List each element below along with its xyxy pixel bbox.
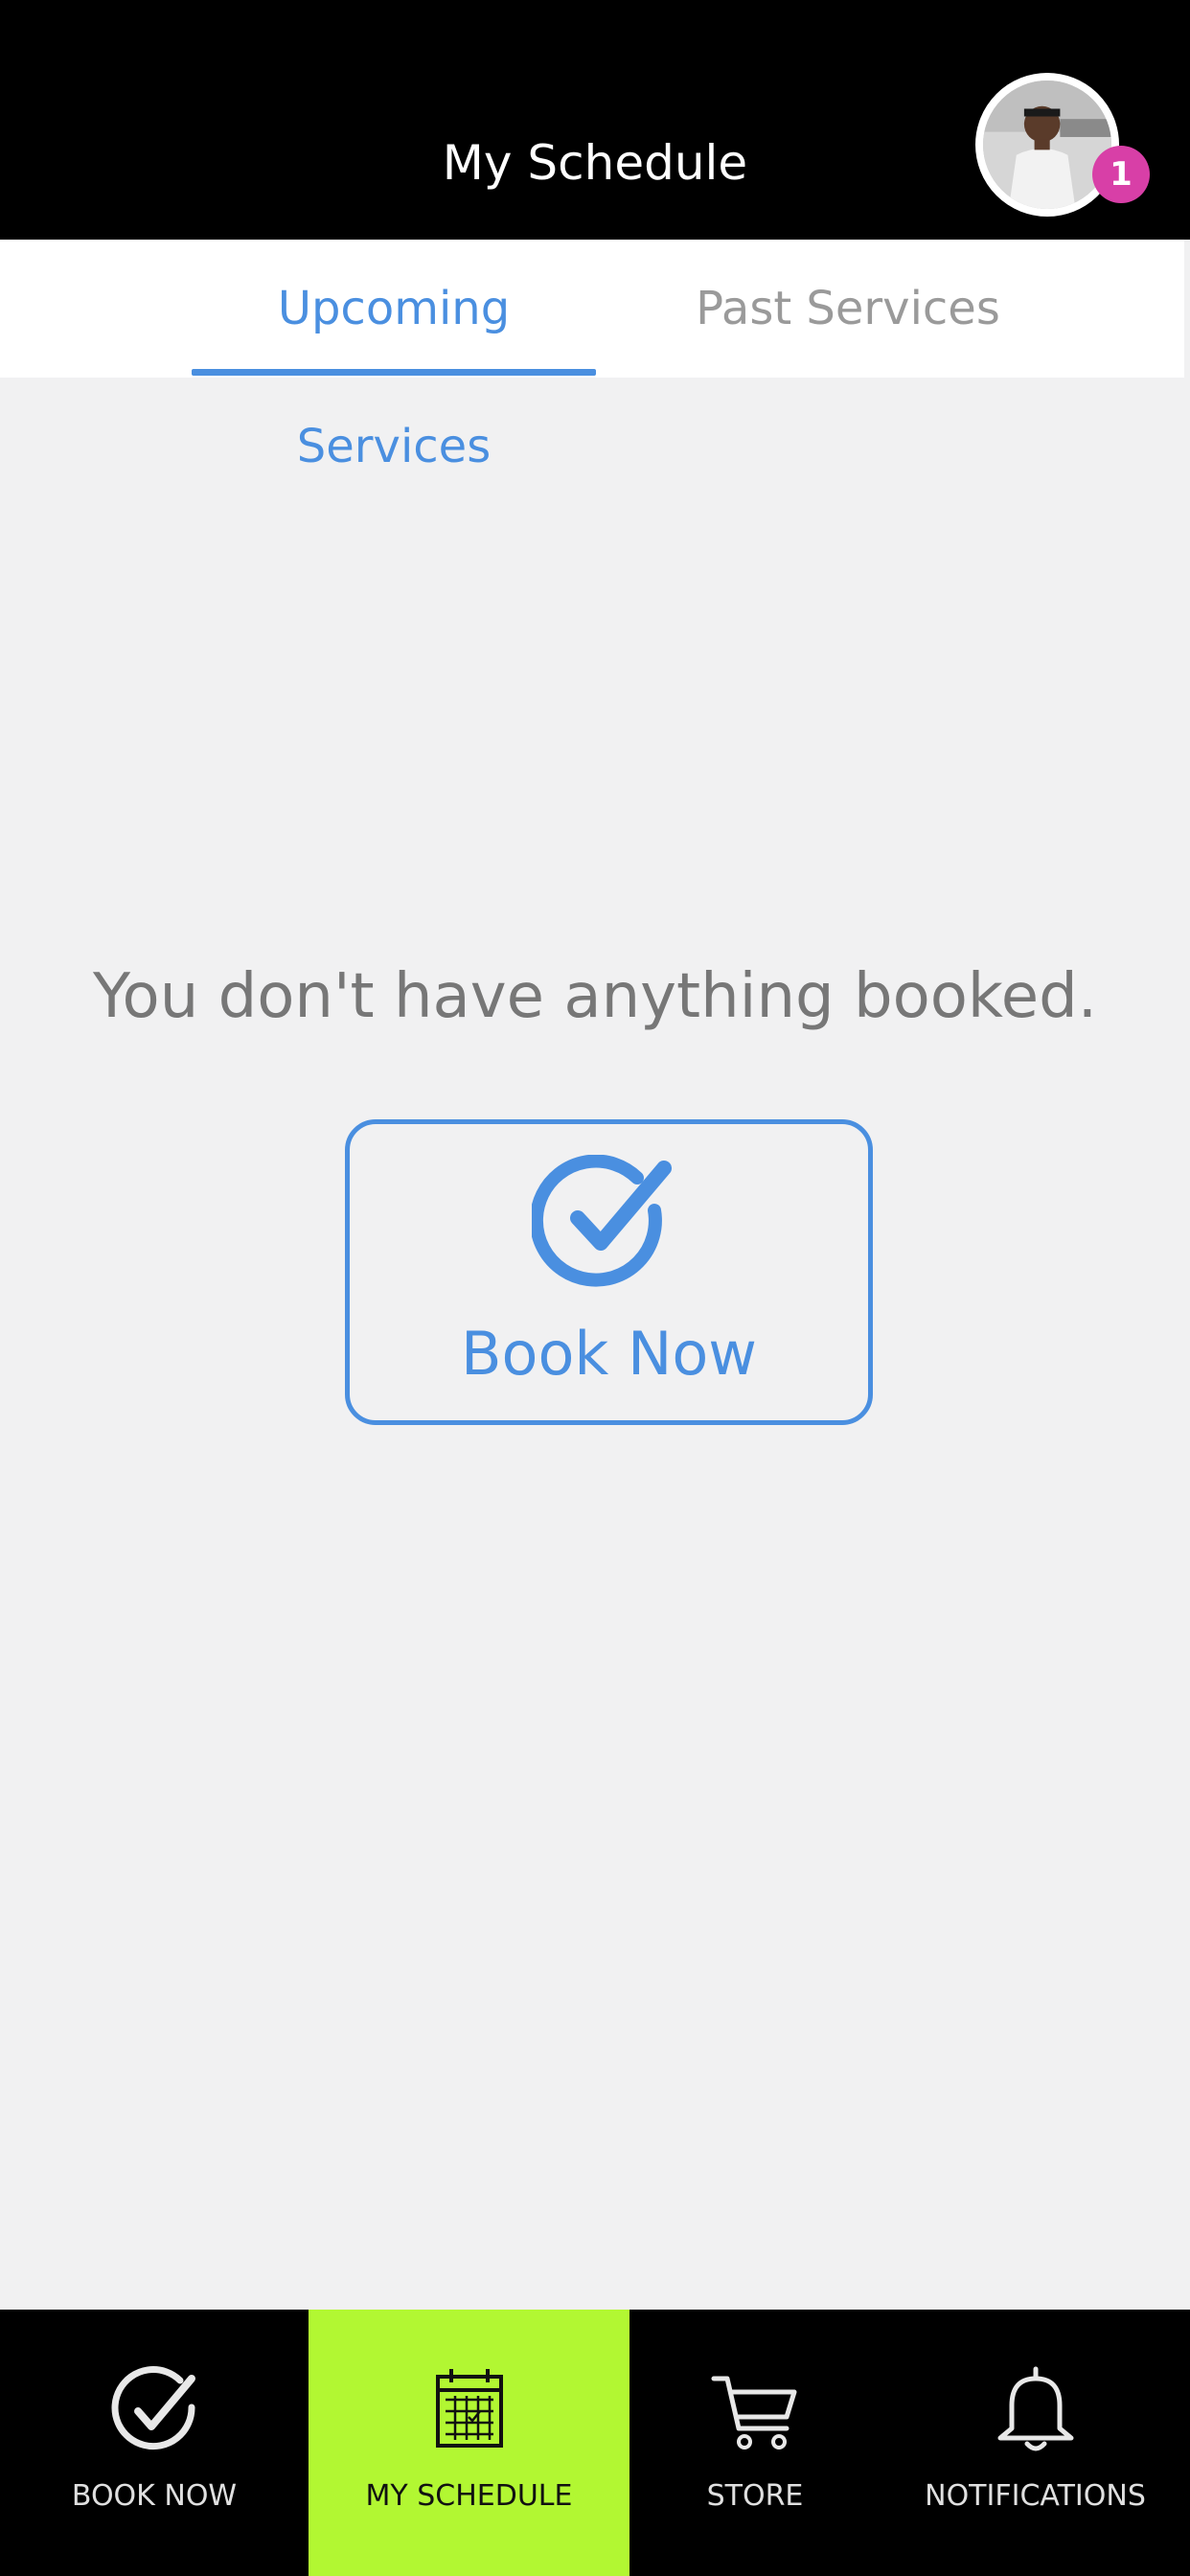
bell-icon [997,2366,1073,2451]
avatar[interactable] [975,73,1119,217]
nav-my-schedule-label: MY SCHEDULE [365,2479,573,2513]
cart-icon [711,2376,797,2450]
avatar-photo [983,80,1111,209]
empty-state-message: You don't have anything booked. [92,961,1098,1032]
book-now-label: Book Now [460,1319,758,1389]
calendar-icon [435,2369,503,2448]
notification-count-badge: 1 [1092,146,1150,203]
tab-past-services[interactable]: Past Services [690,240,1006,378]
book-now-button[interactable]: Book Now [345,1119,873,1425]
active-tab-indicator [192,369,596,376]
nav-store[interactable]: STORE [629,2310,881,2576]
nav-notifications[interactable]: NOTIFICATIONS [881,2310,1190,2576]
tab-upcoming-services[interactable]: Upcoming Services [192,240,596,473]
nav-book-now-label: BOOK NOW [71,2479,238,2513]
nav-store-label: STORE [706,2479,804,2513]
bottom-navigation: BOOK NOW MY SCHEDULE STORE NOTIFICATIONS [0,2310,1190,2576]
check-circle-icon [111,2366,195,2450]
nav-book-now[interactable]: BOOK NOW [0,2310,309,2576]
check-circle-icon [532,1155,672,1287]
nav-my-schedule[interactable]: MY SCHEDULE [309,2310,629,2576]
nav-notifications-label: NOTIFICATIONS [925,2479,1146,2513]
top-header: My Schedule 1 [0,0,1190,240]
service-tabs: Upcoming Services Past Services [0,240,1184,473]
